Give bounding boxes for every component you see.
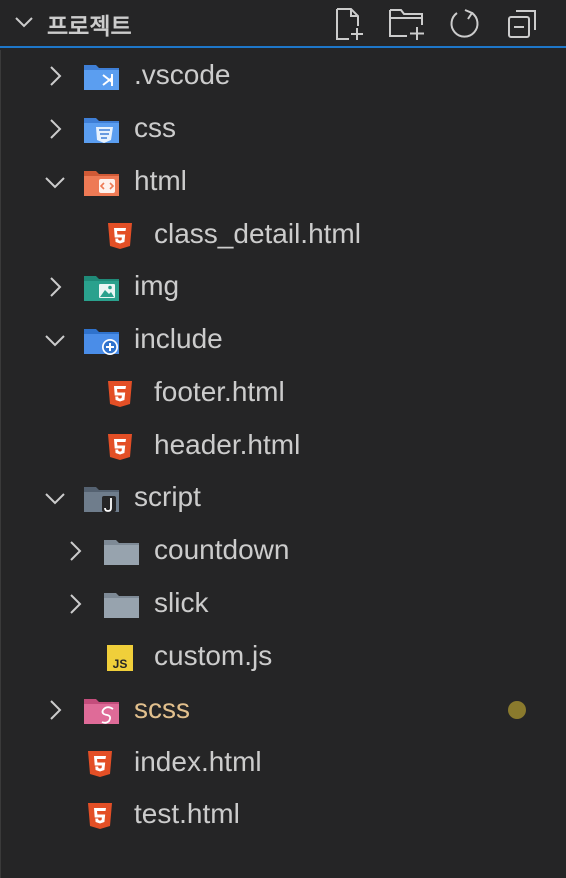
- tree-item-label: css: [134, 112, 176, 143]
- tree-item-test-html[interactable]: test.html: [1, 789, 566, 841]
- tree-item-index-html[interactable]: index.html: [1, 737, 566, 789]
- chevron-down-icon[interactable]: [12, 10, 36, 34]
- new-file-button[interactable]: [320, 5, 378, 43]
- html5-icon: [108, 381, 132, 407]
- tree-item-css[interactable]: css: [1, 103, 566, 155]
- tree-item-include[interactable]: include: [1, 314, 566, 366]
- chevron-down-icon[interactable]: [43, 486, 67, 510]
- tree-item-label: .vscode: [134, 59, 231, 90]
- chevron-right-icon[interactable]: [63, 539, 87, 563]
- tree-item-label: index.html: [134, 746, 262, 777]
- explorer-header[interactable]: 프로젝트: [0, 0, 566, 48]
- tree-item-label: header.html: [154, 429, 301, 460]
- html-folder-icon: [84, 171, 119, 196]
- html5-icon: [88, 751, 112, 777]
- file-explorer: 프로젝트 .vscode css html class_detail.html …: [0, 0, 566, 878]
- include-folder-icon: [84, 329, 119, 355]
- collapse-all-icon: [508, 10, 536, 38]
- tree-item-label: html: [134, 165, 187, 196]
- explorer-title: 프로젝트: [47, 14, 132, 40]
- images-folder-icon: [84, 276, 119, 301]
- tree-item-label: img: [134, 270, 180, 301]
- new-file-icon: [336, 8, 363, 40]
- tree-item-label: slick: [154, 587, 209, 618]
- html5-icon: [108, 223, 132, 249]
- tree-item-html[interactable]: html: [1, 156, 566, 208]
- collapse-all-button[interactable]: [494, 5, 552, 43]
- vscode-folder-icon: [84, 65, 119, 90]
- folder-icon: [104, 593, 139, 618]
- tree-item-slick[interactable]: slick: [1, 578, 566, 630]
- tree-item-custom-js[interactable]: JS custom.js: [1, 631, 566, 683]
- tree-item-countdown[interactable]: countdown: [1, 525, 566, 577]
- chevron-right-icon[interactable]: [43, 698, 67, 722]
- html5-icon: [88, 803, 112, 829]
- tree-item-class-detail-html[interactable]: class_detail.html: [1, 209, 566, 261]
- chevron-down-icon[interactable]: [43, 170, 67, 194]
- tree-item-label: class_detail.html: [154, 218, 361, 249]
- chevron-right-icon[interactable]: [43, 64, 67, 88]
- modified-indicator-dot: [508, 701, 526, 719]
- chevron-down-icon[interactable]: [43, 328, 67, 352]
- tree-item-label: test.html: [134, 798, 240, 829]
- tree-item-label: scss: [134, 693, 190, 724]
- tree-item-vscode[interactable]: .vscode: [1, 50, 566, 102]
- refresh-icon: [450, 9, 479, 38]
- tree-item-label: custom.js: [154, 640, 273, 671]
- tree-item-header-html[interactable]: header.html: [1, 420, 566, 472]
- explorer-actions: [320, 5, 552, 43]
- tree-item-label: script: [134, 481, 201, 512]
- html5-icon: [108, 434, 132, 460]
- tree-item-footer-html[interactable]: footer.html: [1, 367, 566, 419]
- js-icon: JS: [107, 645, 133, 671]
- refresh-button[interactable]: [436, 5, 494, 43]
- sass-folder-icon: [84, 699, 119, 724]
- tree-item-label: include: [134, 323, 223, 354]
- chevron-right-icon[interactable]: [63, 592, 87, 616]
- tree-item-script[interactable]: script: [1, 472, 566, 524]
- svg-text:JS: JS: [113, 657, 128, 671]
- tree-item-label: footer.html: [154, 376, 285, 407]
- file-tree: .vscode css html class_detail.html img i…: [0, 50, 566, 878]
- folder-icon: [104, 540, 139, 565]
- chevron-right-icon[interactable]: [43, 275, 67, 299]
- tree-item-label: countdown: [154, 534, 290, 565]
- chevron-right-icon[interactable]: [43, 117, 67, 141]
- new-folder-button[interactable]: [378, 5, 436, 43]
- tree-item-img[interactable]: img: [1, 261, 566, 313]
- tree-item-scss[interactable]: scss: [1, 684, 566, 736]
- script-folder-icon: [84, 487, 119, 512]
- new-folder-icon: [389, 9, 424, 40]
- css-folder-icon: [84, 118, 119, 143]
